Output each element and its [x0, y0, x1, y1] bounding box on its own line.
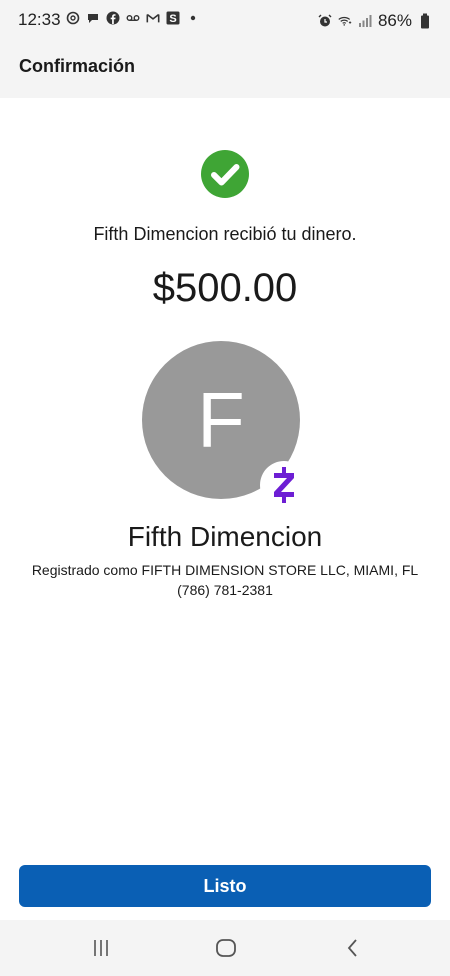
recipient-phone: (786) 781-2381 — [177, 582, 273, 598]
battery-percent: 86% — [377, 11, 412, 30]
done-button[interactable]: Listo — [19, 865, 431, 907]
svg-text:S: S — [169, 13, 176, 25]
signal-icon — [358, 14, 372, 28]
page-title: Confirmación — [19, 56, 136, 76]
avatar-initial: F — [197, 376, 245, 464]
screen: 12:33 S 86% Confirmación Fifth Dimencion… — [0, 0, 450, 976]
recent-apps-icon[interactable] — [86, 934, 116, 962]
status-bar: 12:33 S 86% — [0, 0, 450, 40]
confirmation-message: Fifth Dimencion recibió tu dinero. — [93, 224, 357, 244]
s-app-icon: S — [166, 11, 180, 25]
system-icons: 86% — [318, 11, 432, 31]
zelle-logo-icon — [260, 461, 308, 509]
recipient-name: Fifth Dimencion — [127, 521, 323, 552]
voicemail-icon — [126, 11, 140, 25]
alarm-icon — [318, 14, 332, 28]
payment-amount: $500.00 — [152, 266, 298, 310]
navigation-bar — [0, 920, 450, 976]
dot-icon — [186, 11, 200, 25]
recipient-registration: Registrado como FIFTH DIMENSION STORE LL… — [31, 562, 419, 578]
facebook-icon — [106, 11, 120, 25]
gmail-icon — [146, 11, 160, 25]
battery-icon — [418, 13, 432, 29]
app-header: Confirmación — [0, 40, 450, 98]
home-icon[interactable] — [211, 934, 241, 962]
chat-bubble-icon — [86, 11, 100, 25]
success-check-icon — [201, 150, 249, 198]
back-icon[interactable] — [338, 934, 368, 962]
notification-icons: S — [66, 11, 200, 25]
status-time: 12:33 — [18, 10, 61, 29]
wifi-icon — [338, 14, 352, 28]
threads-icon — [66, 11, 80, 25]
